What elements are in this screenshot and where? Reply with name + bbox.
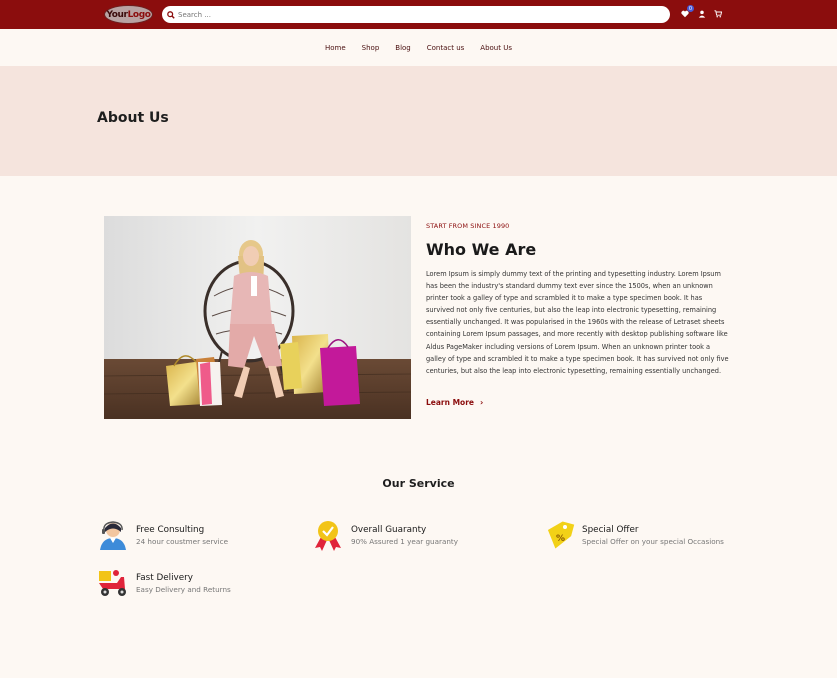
- learn-more-label: Learn More: [426, 398, 474, 407]
- top-bar: YourLogo 0: [0, 0, 837, 29]
- services-title: Our Service: [382, 477, 455, 490]
- search-icon: [167, 10, 175, 19]
- service-title: Free Consulting: [136, 524, 205, 535]
- about-heading: Who We Are: [426, 240, 537, 259]
- nav-contact[interactable]: Contact us: [427, 44, 465, 52]
- page-title: About Us: [97, 110, 169, 126]
- chevron-right-icon: ›: [479, 398, 484, 407]
- nav-about[interactable]: About Us: [480, 44, 512, 52]
- service-subtitle: Easy Delivery and Returns: [136, 584, 231, 594]
- delivery-scooter-icon: [99, 570, 126, 596]
- main-nav: Home Shop Blog Contact us About Us: [0, 29, 837, 66]
- service-item-guaranty: Overall Guaranty 90% Assured 1 year guar…: [312, 519, 458, 551]
- nav-blog[interactable]: Blog: [395, 44, 410, 52]
- page-hero: About Us: [0, 66, 837, 176]
- about-kicker: START FROM SINCE 1990: [426, 222, 510, 230]
- cart-button[interactable]: [713, 9, 723, 19]
- search-bar[interactable]: [162, 6, 670, 23]
- wishlist-count-badge: 0: [687, 5, 694, 12]
- service-item-delivery: Fast Delivery Easy Delivery and Returns: [97, 567, 231, 599]
- service-subtitle: 24 hour coustmer service: [136, 536, 229, 546]
- service-item-offer: % Special Offer Special Offer on your sp…: [543, 519, 724, 551]
- service-subtitle: 90% Assured 1 year guaranty: [351, 536, 458, 546]
- nav-shop[interactable]: Shop: [362, 44, 380, 52]
- nav-home[interactable]: Home: [325, 44, 346, 52]
- service-item-consulting: Free Consulting 24 hour coustmer service: [97, 519, 228, 551]
- cart-icon: [714, 10, 722, 18]
- support-agent-icon: [100, 521, 126, 550]
- service-title: Special Offer: [582, 524, 639, 535]
- user-icon: [698, 10, 706, 18]
- about-paragraph: Lorem Ipsum is simply dummy text of the …: [426, 270, 729, 375]
- service-subtitle: Special Offer on your special Occasions: [582, 536, 724, 546]
- learn-more-link[interactable]: Learn More ›: [426, 398, 483, 407]
- about-photo: [104, 216, 411, 419]
- service-title: Fast Delivery: [136, 572, 193, 583]
- account-button[interactable]: [697, 9, 707, 19]
- search-input[interactable]: [178, 10, 658, 19]
- logo-text-logo: Logo: [127, 9, 151, 20]
- site-logo[interactable]: Your Logo: [104, 5, 153, 24]
- svg-text:%: %: [556, 534, 565, 544]
- service-title: Overall Guaranty: [351, 524, 427, 535]
- discount-tag-icon: %: [547, 521, 575, 549]
- logo-text-your: Your: [106, 9, 128, 20]
- guarantee-badge-icon: [315, 521, 341, 551]
- wishlist-button[interactable]: 0: [680, 5, 694, 19]
